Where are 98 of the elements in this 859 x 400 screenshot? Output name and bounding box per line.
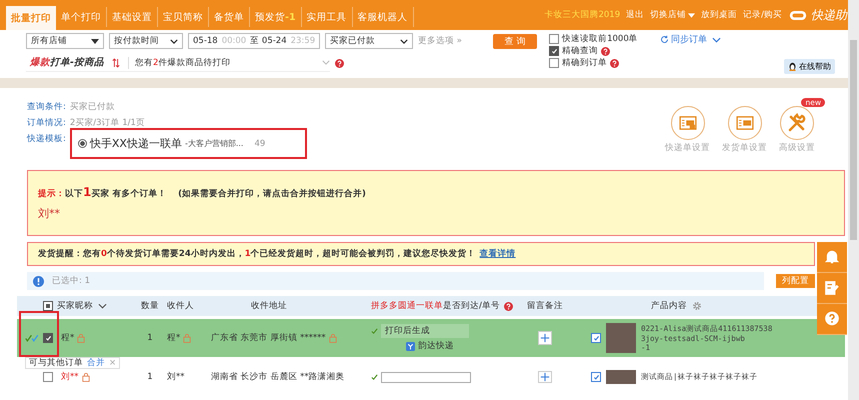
status-select[interactable]: 买家已付款 bbox=[325, 33, 414, 49]
notice-text: 提示：以下1买家 有多个订单！ (如果需要合并打印，请点击合并按钮进行合并) bbox=[38, 185, 367, 200]
buyer-name[interactable]: 刘** bbox=[38, 206, 834, 221]
add-note-button[interactable] bbox=[538, 331, 552, 345]
nav-tab[interactable]: 客服机器人 bbox=[352, 7, 414, 27]
help-icon[interactable] bbox=[504, 302, 513, 310]
nav-tab[interactable]: 实用工具 bbox=[302, 7, 353, 27]
quantity: 1 bbox=[146, 372, 154, 382]
online-help-button[interactable]: 在线帮助 bbox=[784, 59, 835, 74]
form-icon[interactable] bbox=[670, 106, 704, 140]
add-note-button[interactable] bbox=[538, 371, 552, 383]
nav-link[interactable]: 切换店铺 bbox=[650, 9, 696, 21]
selected-count: 已选中: 1 bbox=[52, 275, 90, 287]
check-marks-icon bbox=[25, 334, 41, 342]
courier-name: 韵达快递 bbox=[418, 340, 454, 352]
checkbox[interactable] bbox=[549, 34, 560, 44]
nav-link[interactable]: 退出 bbox=[626, 9, 644, 21]
settings-label[interactable]: 快递单设置 bbox=[665, 142, 710, 154]
field-label: 快递模板: bbox=[27, 132, 66, 144]
time-mode-select[interactable]: 按付款时间 bbox=[109, 33, 183, 49]
settings-label[interactable]: 高级设置 bbox=[779, 142, 815, 154]
nav-link[interactable]: 记录/购买 bbox=[743, 9, 782, 21]
scrollbar[interactable] bbox=[848, 0, 859, 400]
receiver-name: 刘** bbox=[167, 371, 184, 383]
quantity: 1 bbox=[146, 333, 154, 343]
column-header: 收件地址 bbox=[251, 300, 287, 312]
option-label: 精确查询 bbox=[562, 45, 598, 57]
penguin-icon[interactable] bbox=[788, 62, 797, 71]
checkbox[interactable] bbox=[549, 58, 560, 68]
column-header: 数量 bbox=[141, 300, 159, 312]
nav-tab[interactable]: 单个打印 bbox=[56, 7, 107, 27]
column-header: 产品内容 bbox=[651, 300, 687, 312]
help-icon[interactable] bbox=[601, 46, 610, 56]
checkbox[interactable] bbox=[549, 46, 560, 56]
sync-orders-button[interactable]: 同步订单 bbox=[660, 33, 721, 46]
lock-icon[interactable] bbox=[82, 372, 90, 382]
account-menu[interactable]: 卡妆三大国腾2019 bbox=[544, 9, 620, 21]
check-icon bbox=[371, 328, 378, 334]
buyer-name: 刘** bbox=[61, 371, 78, 383]
field-value: 2买家/3订单 1/1页 bbox=[70, 116, 145, 128]
hot-print-title: 爆款打单-按商品 bbox=[30, 56, 104, 69]
product-checkbox[interactable] bbox=[591, 372, 601, 382]
row-checkbox[interactable] bbox=[43, 372, 53, 382]
chevron-icon[interactable] bbox=[98, 303, 107, 309]
more-options-link[interactable]: 更多选项 » bbox=[418, 35, 488, 47]
tooltip-text: 可与其他订单 bbox=[29, 357, 83, 369]
nav-tab[interactable]: 批量打印 bbox=[6, 6, 56, 30]
address: 湖南省 长沙市 岳麓区 **路潇湘奥 bbox=[211, 371, 345, 383]
refresh-icon[interactable] bbox=[660, 35, 669, 44]
nav-link[interactable]: 放到桌面 bbox=[701, 9, 738, 21]
highlight-frame bbox=[19, 311, 59, 357]
column-config-button[interactable]: 列配置 bbox=[776, 274, 815, 288]
option-label: 精确到订单 bbox=[562, 57, 608, 69]
settings-icon[interactable] bbox=[692, 301, 702, 311]
hot-items-dropdown[interactable]: 您有2件爆款商品待打印 bbox=[128, 56, 330, 68]
sort-icon[interactable] bbox=[112, 58, 120, 68]
shop-select[interactable]: 所有店铺 bbox=[26, 33, 104, 49]
receiver-name: 程* bbox=[167, 332, 180, 344]
caret-icon[interactable] bbox=[91, 38, 99, 44]
row-checkbox[interactable] bbox=[43, 333, 53, 343]
nav-tab[interactable]: 宝贝简称 bbox=[158, 7, 209, 27]
photo-placeholder bbox=[606, 370, 636, 384]
column-header[interactable]: 买家昵称 bbox=[57, 300, 93, 312]
courier-icon bbox=[406, 342, 415, 350]
address: 广东省 东莞市 厚街镇 ****** bbox=[211, 332, 326, 344]
waybill-input[interactable] bbox=[381, 372, 471, 382]
form-icon[interactable] bbox=[728, 106, 762, 140]
merge-link[interactable]: 合并 bbox=[87, 357, 105, 369]
select-all-checkbox[interactable] bbox=[43, 301, 53, 311]
column-header: 留言备注 bbox=[527, 300, 563, 312]
field-label: 查询条件: bbox=[27, 100, 66, 112]
nav-tab[interactable]: 备货单 bbox=[209, 7, 250, 27]
field-value: 买家已付款 bbox=[70, 100, 115, 112]
nav-tab[interactable]: 基础设置 bbox=[107, 7, 158, 27]
radio-button[interactable] bbox=[78, 139, 87, 148]
nav-tab[interactable]: 预发货-1 bbox=[250, 7, 302, 27]
app-logo: 快递助 bbox=[788, 6, 847, 24]
column-header: 收件人 bbox=[167, 300, 194, 312]
waybill-field: 打印后生成 bbox=[381, 324, 469, 338]
query-button[interactable]: 查 询 bbox=[493, 34, 538, 48]
help-icon[interactable] bbox=[335, 58, 344, 68]
field-label: 订单情况: bbox=[27, 116, 66, 128]
close-button[interactable]: × bbox=[109, 358, 116, 368]
chevron-icon[interactable] bbox=[170, 38, 178, 44]
help-icon[interactable] bbox=[610, 58, 620, 68]
chevron-icon[interactable] bbox=[400, 38, 408, 44]
product-checkbox[interactable] bbox=[591, 333, 601, 343]
date-range-field[interactable]: 05-18 00:00 至 05-24 23:59 bbox=[188, 33, 320, 49]
template-option[interactable]: 快手XX快递一联单 -大客户营销部... 49 bbox=[70, 128, 308, 159]
settings-label[interactable]: 发货单设置 bbox=[722, 142, 767, 154]
column-header: 拼多多圆通一联单是否到达/单号 bbox=[371, 300, 500, 312]
photo-placeholder bbox=[606, 323, 636, 353]
info-icon bbox=[33, 276, 44, 286]
option-label: 快速读取前1000单 bbox=[562, 33, 638, 45]
details-link[interactable]: 查看详情 bbox=[480, 248, 516, 260]
reminder-text: 发货提醒：您有0个待发货订单需要24小时内发出，1个已经发货超时，超时可能会被判罚，建议您尽快发货！ bbox=[38, 248, 476, 260]
check-icon bbox=[371, 374, 378, 380]
buyer-name: 程* bbox=[61, 332, 74, 344]
